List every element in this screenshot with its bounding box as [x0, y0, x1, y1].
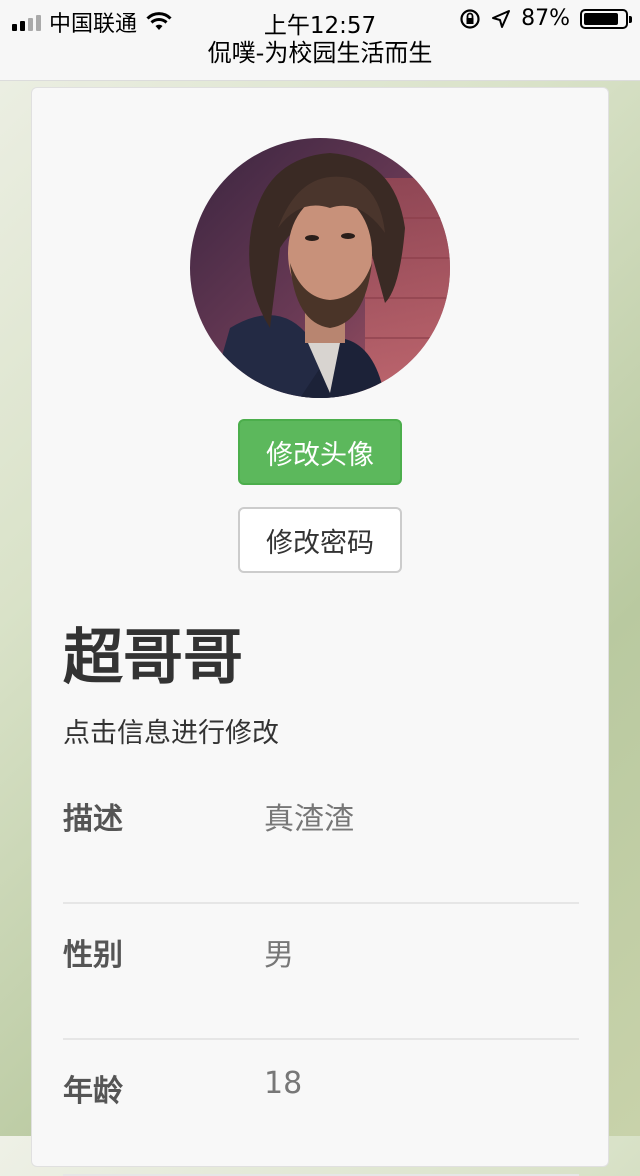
- profile-card: 修改头像 修改密码 超哥哥 点击信息进行修改 描述 真渣渣 性别 男 年龄 18: [31, 87, 609, 1176]
- rotation-lock-icon: [460, 8, 480, 29]
- page-title: 侃噗-为校园生活而生: [207, 39, 433, 67]
- info-row-age[interactable]: 年龄 18: [63, 1040, 579, 1176]
- avatar-image: [190, 138, 450, 398]
- status-bar: 中国联通 上午12:57 87%: [0, 0, 640, 40]
- battery-icon: [580, 8, 632, 29]
- change-avatar-button[interactable]: 修改头像: [238, 419, 402, 485]
- status-right: 87%: [459, 6, 632, 31]
- info-label: 性别: [63, 938, 123, 973]
- info-label: 描述: [63, 802, 123, 837]
- edit-hint: 点击信息进行修改: [63, 718, 279, 749]
- location-arrow-icon: [492, 9, 511, 28]
- info-row-gender[interactable]: 性别 男: [63, 904, 579, 1040]
- info-row-description[interactable]: 描述 真渣渣: [63, 768, 579, 904]
- change-password-button[interactable]: 修改密码: [238, 507, 402, 573]
- info-value: 真渣渣: [264, 802, 354, 837]
- battery-percent: 87%: [521, 6, 570, 31]
- info-value: 男: [264, 938, 294, 973]
- info-label: 年龄: [63, 1074, 123, 1109]
- nav-bar: 侃噗-为校园生活而生: [0, 40, 640, 81]
- user-name: 超哥哥: [63, 623, 243, 693]
- battery-fill: [584, 12, 619, 25]
- info-value: 18: [264, 1066, 303, 1101]
- user-avatar[interactable]: [190, 138, 450, 398]
